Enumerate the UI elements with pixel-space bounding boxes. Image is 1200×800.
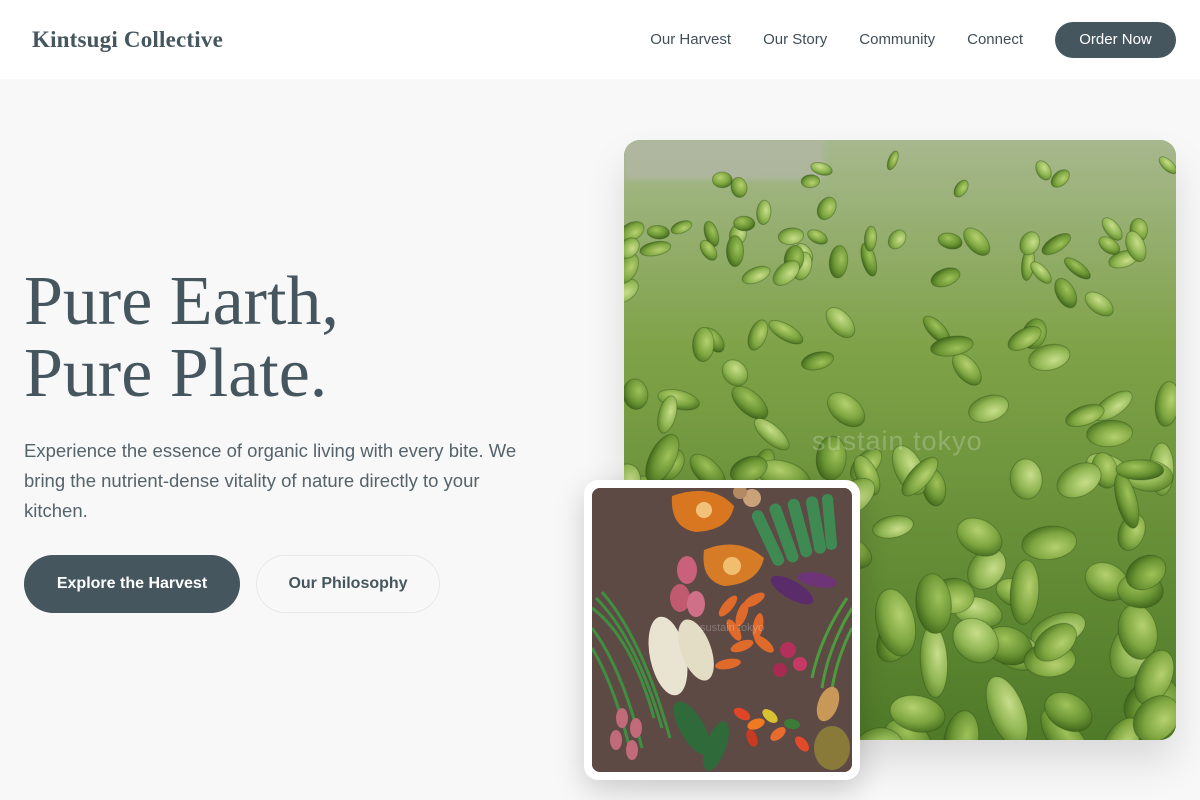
nav-link-our-story[interactable]: Our Story [763,31,827,48]
sprout-leaf [733,215,756,232]
hero-title-line-2: Pure Plate. [24,335,328,412]
nav-link-connect[interactable]: Connect [967,31,1023,48]
inset-vegetables-card: sustain tokyo [584,480,860,780]
hero-title-line-1: Pure Earth, [24,263,339,340]
sprout-leaf [726,235,744,268]
our-philosophy-button[interactable]: Our Philosophy [256,555,440,613]
inset-vegetables-image: sustain tokyo [592,488,852,772]
sprout-leaf [711,171,733,189]
explore-harvest-button[interactable]: Explore the Harvest [24,555,240,613]
hero-description: Experience the essence of organic living… [24,440,517,521]
hero-title: Pure Earth, Pure Plate. [24,266,339,410]
inset-image-watermark: sustain tokyo [700,622,765,634]
brand-logo[interactable]: Kintsugi Collective [32,27,223,53]
hero-image-watermark: sustain tokyo [812,426,983,456]
sprout-leaf [1115,459,1165,481]
nav-link-community[interactable]: Community [859,31,935,48]
top-navbar: Kintsugi Collective Our Harvest Our Stor… [0,0,1200,79]
order-now-button[interactable]: Order Now [1055,21,1176,58]
nav-link-our-harvest[interactable]: Our Harvest [650,31,731,48]
main-nav: Our Harvest Our Story Community Connect … [650,21,1176,58]
